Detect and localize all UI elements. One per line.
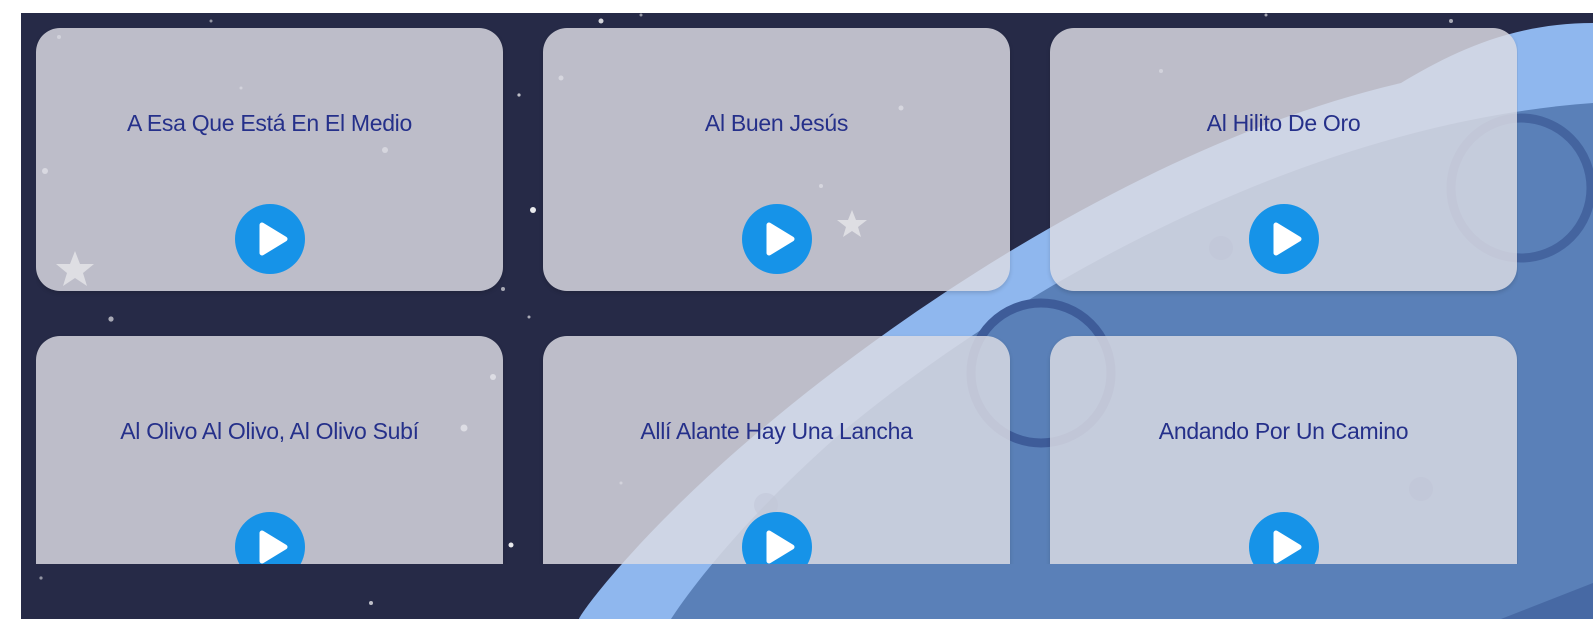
song-title: Andando Por Un Camino bbox=[1158, 418, 1409, 444]
play-button[interactable] bbox=[1249, 204, 1319, 274]
song-grid: A Esa Que Está En El Medio Al Buen Jesús… bbox=[36, 28, 1518, 564]
song-title: A Esa Que Está En El Medio bbox=[127, 110, 412, 136]
play-button[interactable] bbox=[742, 512, 812, 564]
song-card[interactable]: Allí Alante Hay Una Lancha bbox=[543, 336, 1010, 564]
play-button[interactable] bbox=[235, 204, 305, 274]
song-card[interactable]: Al Olivo Al Olivo, Al Olivo Subí bbox=[36, 336, 503, 564]
play-icon bbox=[259, 222, 288, 256]
play-button[interactable] bbox=[235, 512, 305, 564]
song-title: Al Hilito De Oro bbox=[1206, 110, 1361, 136]
play-icon bbox=[766, 222, 795, 256]
song-card[interactable]: Al Hilito De Oro bbox=[1050, 28, 1517, 291]
song-list-viewport[interactable]: A Esa Que Está En El Medio Al Buen Jesús… bbox=[21, 13, 1593, 619]
song-card[interactable]: A Esa Que Está En El Medio bbox=[36, 28, 503, 291]
song-title: Allí Alante Hay Una Lancha bbox=[640, 418, 913, 444]
song-title: Al Buen Jesús bbox=[704, 110, 849, 136]
song-card[interactable]: Al Buen Jesús bbox=[543, 28, 1010, 291]
play-icon bbox=[259, 530, 288, 564]
play-button[interactable] bbox=[742, 204, 812, 274]
song-card[interactable]: Andando Por Un Camino bbox=[1050, 336, 1517, 564]
play-icon bbox=[1273, 530, 1302, 564]
play-icon bbox=[1273, 222, 1302, 256]
play-button[interactable] bbox=[1249, 512, 1319, 564]
play-icon bbox=[766, 530, 795, 564]
song-title: Al Olivo Al Olivo, Al Olivo Subí bbox=[120, 418, 419, 444]
